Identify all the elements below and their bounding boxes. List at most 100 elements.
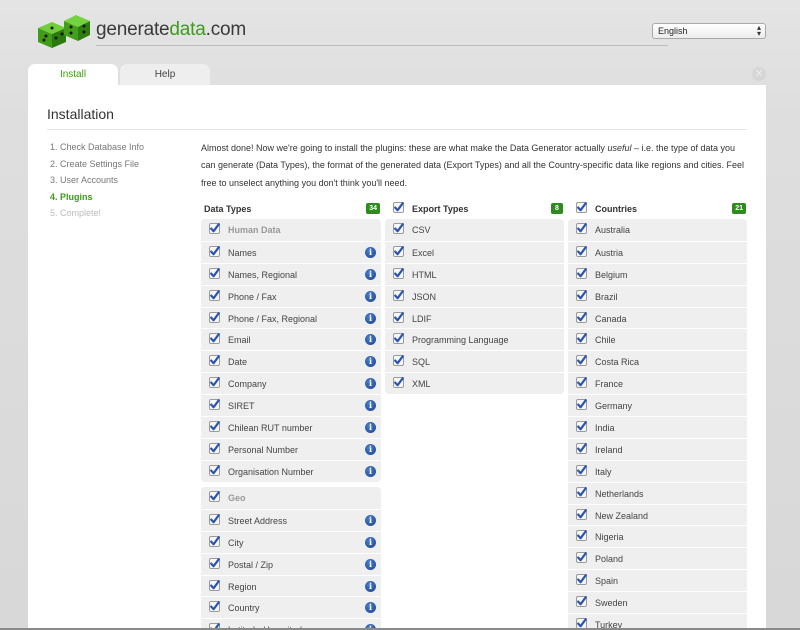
data-type-row[interactable]: Email i — [201, 328, 381, 350]
tab-install[interactable]: Install — [28, 64, 118, 85]
data-type-row[interactable]: Names, Regional i — [201, 262, 381, 285]
data-type-row[interactable]: SIRET i — [201, 394, 381, 416]
info-icon[interactable]: i — [365, 268, 376, 280]
checkbox-checked-icon[interactable] — [209, 289, 220, 301]
country-row[interactable]: France — [568, 372, 747, 394]
data-type-row[interactable]: Phone / Fax i — [201, 284, 381, 307]
info-icon[interactable]: i — [365, 356, 376, 368]
checkbox-checked-icon[interactable] — [393, 355, 404, 367]
checkbox-checked-icon[interactable] — [209, 311, 220, 323]
data-type-row[interactable]: Personal Number i — [201, 437, 381, 460]
info-icon[interactable]: i — [365, 400, 376, 412]
export-types-select-all[interactable] — [393, 202, 404, 215]
checkbox-checked-icon[interactable] — [209, 535, 220, 547]
country-row[interactable]: Nigeria — [568, 525, 747, 547]
info-icon[interactable]: i — [365, 514, 376, 526]
country-row[interactable]: Chile — [568, 328, 747, 350]
checkbox-checked-icon[interactable] — [393, 311, 404, 323]
checkbox-checked-icon[interactable] — [393, 223, 404, 234]
checkbox-checked-icon[interactable] — [576, 596, 587, 608]
data-type-row[interactable]: Phone / Fax, Regional i — [201, 306, 381, 329]
checkbox-checked-icon[interactable] — [576, 464, 587, 476]
country-row[interactable]: Poland — [568, 547, 747, 569]
checkbox-checked-icon[interactable] — [576, 245, 587, 257]
checkbox-checked-icon[interactable] — [576, 552, 587, 564]
checkbox-checked-icon[interactable] — [576, 442, 587, 454]
data-type-row[interactable]: Country i — [201, 596, 381, 618]
group-header-row[interactable]: Human Data — [201, 219, 381, 241]
checkbox-checked-icon[interactable] — [209, 223, 220, 234]
checkbox-checked-icon[interactable] — [209, 245, 220, 257]
country-row[interactable]: Germany — [568, 394, 747, 416]
info-icon[interactable]: i — [365, 334, 376, 346]
checkbox-checked-icon[interactable] — [576, 202, 587, 213]
checkbox-checked-icon[interactable] — [576, 311, 587, 323]
country-row[interactable]: Sweden — [568, 591, 747, 613]
checkbox-checked-icon[interactable] — [393, 267, 404, 279]
checkbox-checked-icon[interactable] — [393, 289, 404, 301]
export-type-row[interactable]: XML — [385, 372, 564, 394]
export-type-row[interactable]: Programming Language — [385, 328, 564, 350]
info-icon[interactable]: i — [365, 443, 376, 455]
checkbox-checked-icon[interactable] — [393, 377, 404, 389]
checkbox-checked-icon[interactable] — [209, 267, 220, 279]
checkbox-checked-icon[interactable] — [576, 377, 587, 389]
checkbox-checked-icon[interactable] — [209, 491, 220, 502]
country-row[interactable]: Spain — [568, 569, 747, 591]
export-type-row[interactable]: Excel — [385, 240, 564, 263]
country-row[interactable]: Ireland — [568, 437, 747, 460]
checkbox-checked-icon[interactable] — [576, 530, 587, 542]
data-type-row[interactable]: Chilean RUT number i — [201, 416, 381, 438]
data-type-row[interactable]: Names i — [201, 240, 381, 263]
checkbox-checked-icon[interactable] — [576, 289, 587, 301]
checkbox-checked-icon[interactable] — [209, 557, 220, 569]
info-icon[interactable]: i — [365, 312, 376, 324]
checkbox-checked-icon[interactable] — [576, 421, 587, 433]
countries-select-all[interactable] — [576, 202, 587, 215]
checkbox-checked-icon[interactable] — [209, 355, 220, 367]
data-type-row[interactable]: Postal / Zip i — [201, 552, 381, 575]
checkbox-checked-icon[interactable] — [209, 442, 220, 454]
country-row[interactable]: Italy — [568, 459, 747, 482]
data-type-row[interactable]: Region i — [201, 574, 381, 597]
data-type-row[interactable]: Organisation Number i — [201, 459, 381, 482]
data-type-row[interactable]: Company i — [201, 372, 381, 394]
country-row[interactable]: Costa Rica — [568, 350, 747, 372]
checkbox-checked-icon[interactable] — [393, 202, 404, 213]
checkbox-checked-icon[interactable] — [209, 601, 220, 613]
info-icon[interactable]: i — [365, 558, 376, 570]
info-icon[interactable]: i — [365, 378, 376, 390]
group-header-row[interactable]: Geo — [201, 487, 381, 509]
info-icon[interactable]: i — [365, 602, 376, 614]
info-icon[interactable]: i — [365, 290, 376, 302]
checkbox-checked-icon[interactable] — [576, 574, 587, 586]
checkbox-checked-icon[interactable] — [576, 355, 587, 367]
data-type-row[interactable]: City i — [201, 530, 381, 553]
checkbox-checked-icon[interactable] — [209, 333, 220, 345]
country-row[interactable]: Canada — [568, 306, 747, 329]
export-type-row[interactable]: CSV — [385, 219, 564, 241]
checkbox-checked-icon[interactable] — [576, 333, 587, 345]
export-type-row[interactable]: JSON — [385, 284, 564, 307]
info-icon[interactable]: i — [365, 465, 376, 477]
close-icon[interactable]: ✕ — [752, 67, 766, 81]
country-row[interactable]: Austria — [568, 240, 747, 263]
info-icon[interactable]: i — [365, 422, 376, 434]
checkbox-checked-icon[interactable] — [576, 508, 587, 520]
checkbox-checked-icon[interactable] — [209, 513, 220, 525]
checkbox-checked-icon[interactable] — [209, 464, 220, 476]
checkbox-checked-icon[interactable] — [576, 223, 587, 234]
info-icon[interactable]: i — [365, 246, 376, 258]
checkbox-checked-icon[interactable] — [576, 399, 587, 411]
country-row[interactable]: Belgium — [568, 262, 747, 285]
country-row[interactable]: Australia — [568, 219, 747, 241]
export-type-row[interactable]: HTML — [385, 262, 564, 285]
checkbox-checked-icon[interactable] — [209, 377, 220, 389]
data-type-row[interactable]: Street Address i — [201, 508, 381, 531]
checkbox-checked-icon[interactable] — [209, 579, 220, 591]
brand-name[interactable]: generatedata.com — [96, 19, 246, 41]
checkbox-checked-icon[interactable] — [209, 399, 220, 411]
country-row[interactable]: Netherlands — [568, 481, 747, 504]
checkbox-checked-icon[interactable] — [209, 421, 220, 433]
country-row[interactable]: Brazil — [568, 284, 747, 307]
